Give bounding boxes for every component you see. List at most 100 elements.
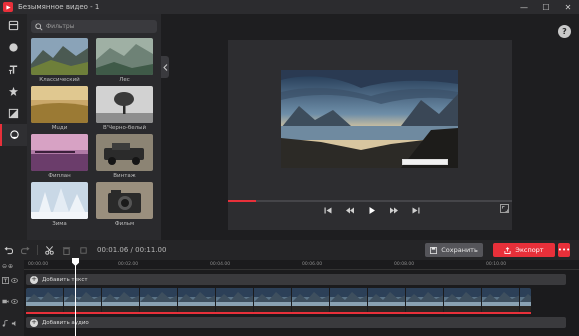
media-icon [8, 20, 19, 30]
rail-text-button[interactable] [0, 58, 27, 80]
filter-label: Мuди [51, 125, 68, 131]
rail-transitions-button[interactable] [0, 102, 27, 124]
playback-progress[interactable] [228, 200, 512, 202]
filters-icon [10, 129, 19, 139]
cut-button[interactable] [41, 240, 58, 260]
filters-panel: Классический Лес [27, 14, 161, 240]
landscape-mountains-icon [31, 38, 88, 75]
filter-search-input[interactable] [46, 23, 146, 30]
undo-button[interactable] [0, 240, 17, 260]
filter-tile-bw[interactable]: В'Черно-белый [96, 86, 153, 131]
preview-image [281, 70, 458, 168]
filter-tile-fiplan[interactable]: Фиплан [31, 134, 88, 179]
add-audio-track[interactable]: + Добавить аудио [26, 317, 566, 328]
filter-label: Фиплан [48, 173, 71, 179]
tool-rail [0, 14, 27, 240]
filter-thumb [31, 86, 88, 123]
filter-thumb [96, 38, 153, 75]
rail-filters-button[interactable] [0, 124, 27, 146]
fast-forward-button[interactable] [388, 204, 400, 216]
save-icon [430, 246, 438, 254]
speaker-icon[interactable] [11, 320, 18, 327]
vintage-car-icon [96, 134, 153, 171]
add-audio-label: Добавить аудио [42, 319, 89, 326]
crop-icon [80, 246, 87, 254]
app-logo-icon [3, 2, 13, 12]
ruler-label: 00:04.00 [210, 262, 231, 267]
window-controls: — ☐ ✕ [513, 0, 579, 14]
save-button[interactable]: Сохранить [425, 243, 483, 257]
clip-audio-bar [26, 312, 531, 314]
video-clip-thumbnails [26, 288, 531, 312]
audio-track-header [2, 318, 22, 328]
skip-end-button[interactable] [410, 204, 422, 216]
collapse-panel-button[interactable] [161, 56, 169, 78]
filter-label: Лес [119, 77, 130, 83]
playback-controls [322, 204, 422, 216]
rail-record-button[interactable] [0, 36, 27, 58]
search-icon [35, 22, 43, 31]
play-button[interactable] [366, 204, 378, 216]
playhead[interactable] [75, 260, 76, 336]
purple-pier-icon [31, 134, 88, 171]
zoom-controls: ⊖ ⊕ [2, 263, 13, 270]
timeline-toolbar: 00:01.06 / 00:11.00 Сохранить Экспорт ••… [0, 240, 579, 260]
skip-start-button[interactable] [322, 204, 334, 216]
zoom-in-button[interactable]: ⊕ [8, 263, 13, 270]
eye-icon[interactable] [11, 298, 18, 305]
more-options-button[interactable]: ••• [558, 243, 570, 257]
save-label: Сохранить [441, 246, 478, 254]
ruler-label: 00:00.00 [28, 262, 49, 267]
redo-icon [21, 246, 30, 254]
time-ruler[interactable]: 00:00.00 00:02.00 00:04.00 00:06.00 00:0… [24, 260, 579, 270]
crop-button[interactable] [75, 240, 92, 260]
filter-tile-winter[interactable]: Зима [31, 182, 88, 227]
video-editor-app: Безымянное видео - 1 — ☐ ✕ Фильтры Класс… [0, 0, 579, 336]
rail-media-button[interactable] [0, 14, 27, 36]
export-button[interactable]: Экспорт [493, 243, 555, 257]
caption-text-box[interactable] [402, 159, 448, 165]
timecode-display: 00:01.06 / 00:11.00 [97, 246, 167, 254]
filter-label: Винтаж [113, 173, 136, 179]
toolbar-divider [37, 245, 38, 255]
rail-effects-button[interactable] [0, 80, 27, 102]
record-icon [9, 42, 18, 52]
video-preview-frame[interactable] [281, 70, 458, 168]
wheat-field-icon [31, 86, 88, 123]
filter-thumb [96, 182, 153, 219]
rewind-button[interactable] [344, 204, 356, 216]
effects-icon [8, 86, 19, 96]
eye-icon[interactable] [11, 277, 18, 284]
music-note-icon [2, 319, 8, 327]
export-label: Экспорт [515, 246, 544, 254]
filter-search [31, 20, 157, 33]
chevron-left-icon [162, 63, 167, 71]
maximize-button[interactable]: ☐ [535, 0, 557, 14]
help-button[interactable]: ? [558, 25, 571, 38]
video-track-icon [2, 299, 9, 303]
close-button[interactable]: ✕ [557, 0, 579, 14]
ruler-label: 00:10.00 [486, 262, 507, 267]
filter-tile-vintage[interactable]: Винтаж [96, 134, 153, 179]
add-text-track[interactable]: + Добавить текст [26, 274, 566, 285]
delete-button[interactable] [58, 240, 75, 260]
minimize-button[interactable]: — [513, 0, 535, 14]
redo-button[interactable] [17, 240, 34, 260]
filter-tile-classic[interactable]: Классический [31, 38, 88, 83]
filter-label: Классический [39, 77, 80, 83]
filter-thumb [96, 86, 153, 123]
zoom-out-button[interactable]: ⊖ [2, 263, 7, 270]
plus-icon: + [30, 318, 38, 327]
fullscreen-button[interactable] [500, 204, 509, 213]
filter-tile-film[interactable]: Фильм [96, 182, 153, 227]
ruler-label: 00:06.00 [302, 262, 323, 267]
window-title: Безымянное видео - 1 [18, 3, 100, 11]
progress-fill [228, 200, 257, 202]
filter-tile-moody[interactable]: Мuди [31, 86, 88, 131]
preview-workspace: ? [169, 14, 579, 240]
add-text-label: Добавить текст [42, 276, 88, 283]
skip-start-icon [324, 207, 332, 213]
filter-tile-forest[interactable]: Лес [96, 38, 153, 83]
filter-label: В'Черно-белый [102, 125, 147, 131]
video-clip[interactable] [26, 288, 531, 312]
